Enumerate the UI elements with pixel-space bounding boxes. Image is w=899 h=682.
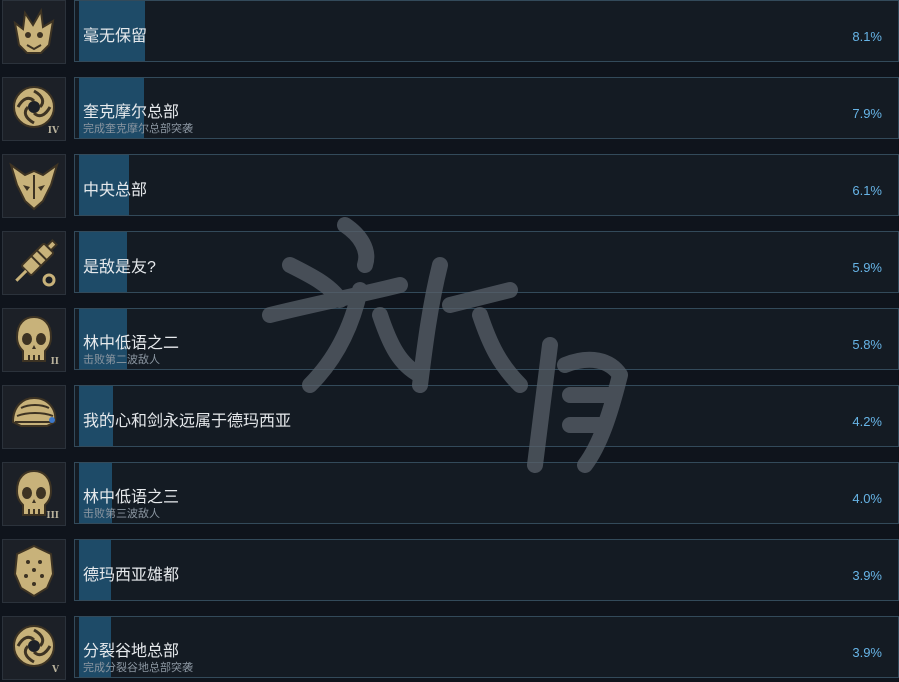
achievement-row[interactable]: 中央总部 6.1%	[0, 154, 899, 218]
unlock-percentage: 7.9%	[852, 106, 882, 121]
achievement-row[interactable]: 德玛西亚雄都 3.9%	[0, 539, 899, 603]
progress-bar: 是敌是友? 5.9%	[74, 231, 899, 293]
unlock-percentage: 5.9%	[852, 260, 882, 275]
achievement-row[interactable]: III 林中低语之三击败第三波敌人 4.0%	[0, 462, 899, 526]
progress-bar: 分裂谷地总部完成分裂谷地总部突袭 3.9%	[74, 616, 899, 678]
progress-bar: 德玛西亚雄都 3.9%	[74, 539, 899, 601]
unlock-percentage: 3.9%	[852, 645, 882, 660]
dragon-helm-icon	[2, 0, 66, 64]
tier-numeral: V	[52, 665, 59, 675]
progress-bar: 毫无保留 8.1%	[74, 0, 899, 62]
achievement-description: 完成分裂谷地总部突袭	[83, 662, 193, 674]
tier-numeral: IV	[47, 126, 59, 136]
achievement-title: 分裂谷地总部	[83, 643, 180, 660]
spiral-emblem-icon: IV	[2, 77, 66, 141]
progress-bar: 林中低语之二击败第二波敌人 5.8%	[74, 308, 899, 370]
knight-helmet-icon	[2, 385, 66, 449]
progress-bar: 林中低语之三击败第三波敌人 4.0%	[74, 462, 899, 524]
achievement-title: 德玛西亚雄都	[83, 567, 180, 584]
unlock-percentage: 4.0%	[852, 491, 882, 506]
achievement-row[interactable]: II 林中低语之二击败第二波敌人 5.8%	[0, 308, 899, 372]
achievement-row[interactable]: 毫无保留 8.1%	[0, 0, 899, 64]
achievement-row[interactable]: 我的心和剑永远属于德玛西亚 4.2%	[0, 385, 899, 449]
unlock-percentage: 4.2%	[852, 414, 882, 429]
tier-numeral: II	[50, 357, 59, 367]
achievement-title: 我的心和剑永远属于德玛西亚	[83, 413, 292, 430]
achievement-description: 完成奎克摩尔总部突袭	[83, 123, 193, 135]
achievement-title: 林中低语之三	[83, 489, 180, 506]
spiral-emblem-icon: V	[2, 616, 66, 680]
achievement-row[interactable]: IV 奎克摩尔总部完成奎克摩尔总部突袭 7.9%	[0, 77, 899, 141]
shield-icon	[2, 539, 66, 603]
achievement-row[interactable]: V 分裂谷地总部完成分裂谷地总部突袭 3.9%	[0, 616, 899, 680]
achievement-description: 击败第二波敌人	[83, 354, 160, 366]
achievement-description: 击败第三波敌人	[83, 508, 160, 520]
progress-bar: 中央总部 6.1%	[74, 154, 899, 216]
unlock-percentage: 5.8%	[852, 337, 882, 352]
achievement-title: 毫无保留	[83, 28, 148, 45]
achievement-title: 是敌是友?	[83, 259, 156, 276]
progress-bar: 我的心和剑永远属于德玛西亚 4.2%	[74, 385, 899, 447]
achievement-row[interactable]: 是敌是友? 5.9%	[0, 231, 899, 295]
achievement-list: 毫无保留 8.1% IV 奎克摩尔总部完成奎克摩尔总部突袭 7.9% 中央总部 6.1%…	[0, 0, 899, 682]
achievement-title: 林中低语之二	[83, 335, 180, 352]
horned-mask-icon	[2, 154, 66, 218]
achievement-title: 奎克摩尔总部	[83, 104, 180, 121]
tier-numeral: III	[46, 511, 59, 521]
syringe-icon	[2, 231, 66, 295]
achievement-title: 中央总部	[83, 182, 148, 199]
skull-icon: II	[2, 308, 66, 372]
unlock-percentage: 3.9%	[852, 568, 882, 583]
unlock-percentage: 6.1%	[852, 183, 882, 198]
unlock-percentage: 8.1%	[852, 29, 882, 44]
skull-icon: III	[2, 462, 66, 526]
progress-bar: 奎克摩尔总部完成奎克摩尔总部突袭 7.9%	[74, 77, 899, 139]
